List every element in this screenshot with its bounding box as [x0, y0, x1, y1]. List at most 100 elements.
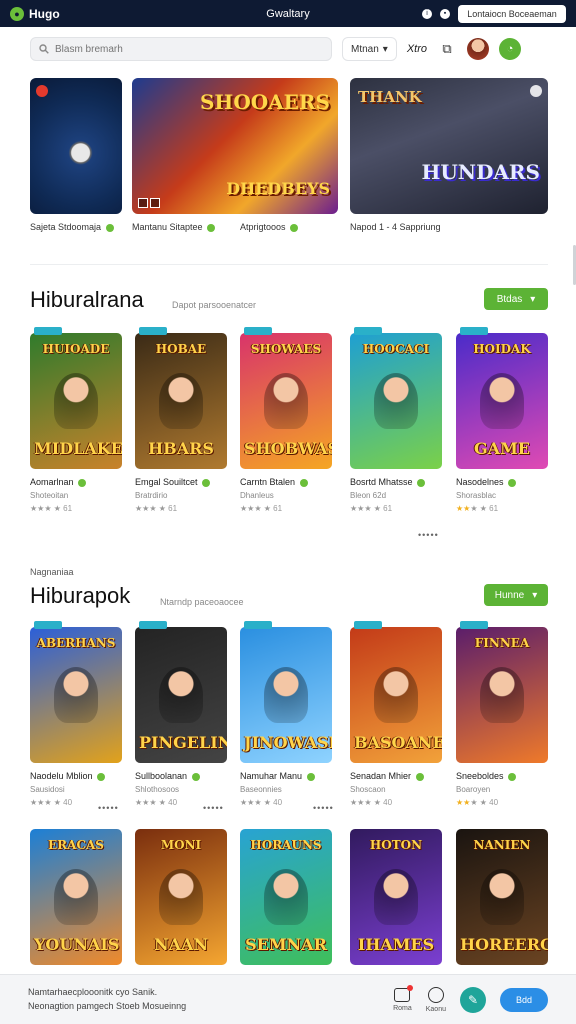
game-character — [374, 869, 418, 925]
game-thumbnail[interactable]: HUIOADE MIDLAKEN — [30, 333, 122, 469]
game-title-text: Aomarlnan — [30, 477, 74, 487]
game-character — [54, 667, 98, 723]
section-title-1: Hiburalrana — [30, 287, 144, 312]
bottom-nav-item-1[interactable]: Roma — [393, 984, 414, 1012]
game-art-title: SHOWAES — [250, 342, 322, 356]
verified-icon — [415, 772, 424, 781]
featured-art-sub-2: DHEDBEYS — [226, 179, 330, 198]
game-card[interactable]: HORAUNSSEMNARCarqonn Nihar ★★★ — [240, 829, 332, 996]
library-icon[interactable]: ⧉ — [437, 39, 457, 59]
avatar[interactable] — [467, 38, 490, 60]
game-character — [54, 373, 98, 429]
featured-art-1 — [30, 78, 122, 214]
game-thumbnail[interactable]: HOTON IHAMES — [350, 829, 442, 965]
bottom-action-button[interactable]: Bdd — [500, 987, 548, 1012]
game-card[interactable]: PINGELINNSullboolanan Shlothosoos★★★ ★ 4… — [135, 621, 227, 807]
featured-caption-4: Napod 1 - 4 Sappriung — [350, 222, 441, 232]
game-card[interactable]: SHOWAES SHOBWASS Carntn Btalen Dhanleus ★★★… — [240, 327, 332, 513]
more-dots-icon[interactable]: ••••• — [418, 530, 439, 540]
game-title-text: Namuhar Manu — [240, 771, 303, 781]
game-card[interactable]: ERACASYOUNAISAaltlan Pnut ★★★ — [30, 829, 122, 996]
more-icon[interactable] — [530, 85, 542, 97]
game-thumbnail[interactable]: MONI NAAN — [135, 829, 227, 965]
game-art-title: HOTON — [369, 838, 423, 852]
game-card[interactable]: HOOCACI Bosrtd Mhatsse Bleon 62d ★★★ ★ 61 — [350, 327, 442, 513]
search-input[interactable] — [55, 43, 315, 55]
game-rating: ★★★ ★ 61 — [30, 504, 73, 513]
notification-dot — [407, 984, 414, 991]
new-tag — [34, 327, 62, 335]
featured-card-1[interactable] — [30, 78, 122, 214]
featured-card-3[interactable]: THANK HUNDARS — [350, 78, 548, 214]
game-character — [374, 667, 418, 723]
search-box[interactable] — [30, 37, 332, 61]
new-tag — [34, 621, 62, 629]
game-card[interactable]: BASOANES Senadan Mhier Shoscaon ★★★ ★ 40 — [350, 621, 442, 807]
game-card[interactable]: FINNEA Sneeboldes Boaroyen ★★★ ★ 40 — [456, 621, 548, 807]
more-dots-icon[interactable]: ••••• — [98, 803, 119, 813]
game-rating: ★★★ ★ 61 — [135, 504, 178, 513]
brand[interactable]: ● Hugo — [10, 6, 60, 21]
game-card[interactable]: HOBAE HBARS Emgal Souiltcet Bratrdirio ★★★ … — [135, 327, 227, 513]
game-title-text: Emgal Souiltcet — [135, 477, 198, 487]
section-eyebrow-2: Nagnaniaa — [30, 567, 74, 577]
game-card[interactable]: HOTONIHAMESSandmu Waa ★★★ — [350, 829, 442, 996]
header-link[interactable]: Xtro — [407, 43, 427, 55]
featured-carousel: SHOOAERS DHEDBEYS THANK HUNDARS Sajeta S… — [30, 78, 548, 238]
game-thumbnail[interactable]: SHOWAES SHOBWASS — [240, 333, 332, 469]
game-publisher: Bleon 62d — [350, 491, 387, 500]
game-thumbnail[interactable]: FINNEA — [456, 627, 548, 763]
filter-select[interactable]: Mtnan ▾ — [342, 37, 397, 61]
game-publisher: Shoteoitan — [30, 491, 69, 500]
top-action-button[interactable]: Lontaiocn Boceaeman — [458, 4, 566, 23]
section-button-label: Btdas — [496, 293, 523, 305]
chevron-down-icon: ▾ — [382, 43, 388, 55]
verified-icon — [508, 478, 517, 487]
game-character — [480, 667, 524, 723]
game-card[interactable]: HUIOADE MIDLAKEN Aomarlnan Shoteoitan ★★★ ★… — [30, 327, 122, 513]
game-thumbnail[interactable]: ERACAS YOUNAIS — [30, 829, 122, 965]
game-thumbnail[interactable]: HORAUNS SEMNAR — [240, 829, 332, 965]
featured-card-2[interactable]: SHOOAERS DHEDBEYS — [132, 78, 338, 214]
game-thumbnail[interactable]: BASOANES — [350, 627, 442, 763]
new-tag — [354, 621, 382, 629]
bottom-notice-line: Namtarhaecplooonitk cyo Sanik. — [28, 987, 158, 997]
game-character — [159, 373, 203, 429]
game-rating-value: ★ 61 — [479, 504, 499, 513]
game-title: Namuhar Manu — [240, 771, 332, 781]
game-thumbnail[interactable]: HOOCACI — [350, 333, 442, 469]
section-button-1[interactable]: Btdas ▾ — [484, 288, 548, 310]
game-card[interactable]: HOIDAK GAME Nasodelnes Shorasblac ★★★ ★ 61 — [456, 327, 548, 513]
info-icon[interactable]: i — [422, 8, 432, 19]
game-thumbnail[interactable]: NANIEN HOREERCN — [456, 829, 548, 965]
chevron-down-icon: ▾ — [532, 589, 538, 601]
game-art-subtitle: BASOANES — [354, 733, 442, 752]
new-tag — [354, 327, 382, 335]
game-card[interactable]: JINOWASE Namuhar Manu Baseonnies ★★★ ★ 40 — [240, 621, 332, 807]
game-thumbnail[interactable]: PINGELINN — [135, 627, 227, 763]
game-thumbnail[interactable]: HOIDAK GAME — [456, 333, 548, 469]
section-button-2[interactable]: Hunne ▾ — [484, 584, 548, 606]
compose-icon[interactable]: ✎ — [460, 986, 486, 1013]
game-art-subtitle: JINOWASE — [244, 733, 332, 752]
bottom-nav-item-2[interactable]: Kaonu — [426, 986, 446, 1013]
game-rating: ★★★ ★ 61 — [350, 504, 393, 513]
game-card[interactable]: MONINAANStoolenanfeo ★★★ — [135, 829, 227, 996]
featured-caption-text: Mantanu Sitaptee — [132, 222, 203, 232]
featured-caption-text: Napod 1 - 4 Sappriung — [350, 222, 441, 232]
featured-caption-2: Mantanu Sitaptee — [132, 222, 216, 232]
more-dots-icon[interactable]: ••••• — [313, 803, 334, 813]
game-card[interactable]: ABERHANS Naodelu Mblion Sausidosi ★★★ ★ 40 — [30, 621, 122, 807]
more-dots-icon[interactable]: ••••• — [203, 803, 224, 813]
game-publisher: Shorasblac — [456, 491, 497, 500]
game-thumbnail[interactable]: ABERHANS — [30, 627, 122, 763]
profile-icon[interactable]: ◔ — [499, 38, 522, 60]
bottom-notice: Namtarhaecplooonitk cyo Sanik. Neonagtio… — [28, 986, 186, 1013]
chat-icon[interactable]: ▪ — [440, 8, 450, 19]
game-art-title: FINNEA — [474, 636, 530, 650]
game-rating: ★★★ ★ 40 — [350, 798, 393, 807]
game-thumbnail[interactable]: HOBAE HBARS — [135, 333, 227, 469]
game-card[interactable]: NANIENHOREERCNSonei ★★★ — [456, 829, 548, 996]
game-character — [264, 667, 308, 723]
game-thumbnail[interactable]: JINOWASE — [240, 627, 332, 763]
